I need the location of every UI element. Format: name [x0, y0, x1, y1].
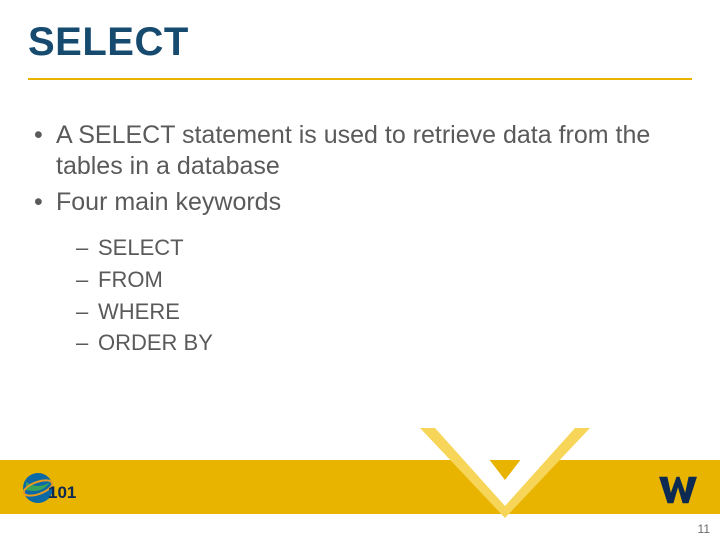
- bullet-item: Four main keywords SELECT FROM WHERE ORD…: [32, 187, 680, 360]
- page-number: 11: [698, 522, 710, 536]
- sub-bullet-item: WHERE: [76, 296, 680, 328]
- footer-gold-band: [0, 460, 720, 514]
- bullet-text: Four main keywords: [56, 188, 281, 216]
- sub-bullet-item: ORDER BY: [76, 327, 680, 359]
- slide: SELECT A SELECT statement is used to ret…: [0, 0, 720, 540]
- sub-bullet-item: FROM: [76, 264, 680, 296]
- wv-flying-logo-icon: [656, 472, 700, 508]
- bullet-item: A SELECT statement is used to retrieve d…: [32, 120, 680, 183]
- title-underline: [28, 78, 692, 80]
- slide-content: A SELECT statement is used to retrieve d…: [32, 120, 680, 363]
- sub-bullet-item: SELECT: [76, 232, 680, 264]
- bullet-list: A SELECT statement is used to retrieve d…: [32, 120, 680, 359]
- sub-bullet-list: SELECT FROM WHERE ORDER BY: [76, 232, 680, 360]
- svg-text:101: 101: [48, 483, 76, 502]
- slide-title: SELECT: [28, 20, 189, 65]
- globe-101-logo-icon: 101: [22, 468, 76, 508]
